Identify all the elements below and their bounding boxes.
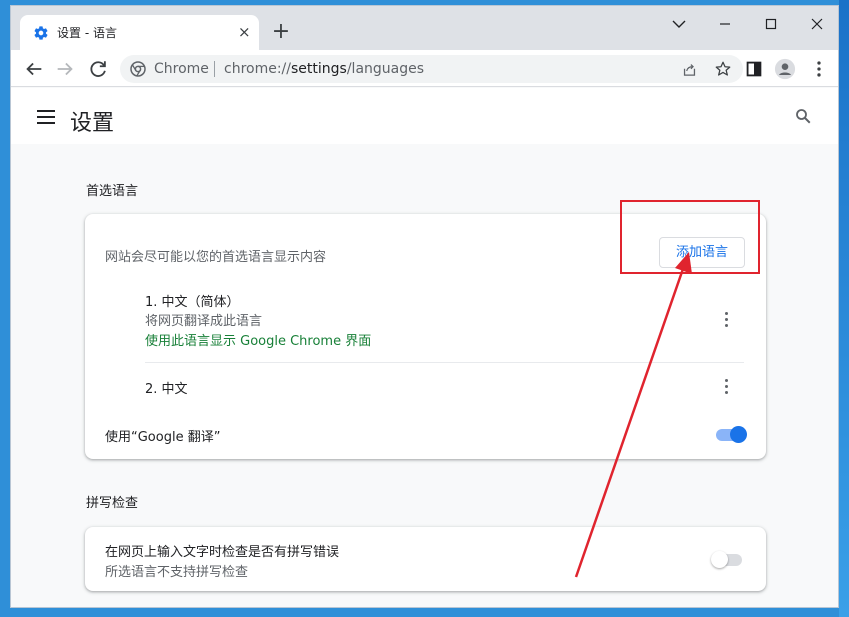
back-arrow-icon[interactable]	[23, 58, 45, 80]
address-bar[interactable]: Chrome chrome://settings/languages	[120, 55, 743, 83]
reload-icon[interactable]	[87, 58, 109, 80]
tab-title: 设置 - 语言	[57, 26, 117, 40]
page-title: 设置	[70, 111, 115, 136]
settings-page: 设置 首选语言 网站会尽可能以您的首选语言显示内容 添加语言 1. 中文（简体）…	[11, 88, 838, 607]
hamburger-menu-icon[interactable]	[37, 110, 55, 124]
url-scheme: chrome://	[224, 61, 291, 77]
toggle-knob	[730, 426, 747, 443]
url-text[interactable]: chrome://settings/languages	[224, 61, 424, 77]
language-translate-note: 将网页翻译成此语言	[145, 314, 263, 329]
spell-check-label: 在网页上输入文字时检查是否有拼写错误	[105, 545, 340, 560]
close-window-icon[interactable]	[805, 14, 829, 34]
omnibox-divider	[214, 61, 215, 77]
more-menu-icon[interactable]	[808, 58, 830, 80]
tab-close-icon[interactable]: ×	[238, 24, 251, 40]
url-host: settings	[291, 61, 347, 77]
browser-window: 设置 - 语言 × + Chrome chrome://settings/lan…	[10, 5, 839, 608]
spell-check-heading: 拼写检查	[86, 496, 139, 511]
profile-avatar-icon[interactable]	[774, 58, 796, 80]
settings-gear-icon	[34, 26, 48, 40]
tab-settings[interactable]: 设置 - 语言 ×	[20, 15, 259, 50]
desktop-background	[839, 0, 849, 617]
row-divider	[145, 362, 744, 363]
language-name: 1. 中文（简体）	[145, 295, 240, 310]
language-more-icon[interactable]	[725, 379, 729, 395]
spell-check-card: 在网页上输入文字时检查是否有拼写错误 所选语言不支持拼写检查	[85, 527, 766, 591]
language-ui-note: 使用此语言显示 Google Chrome 界面	[145, 334, 372, 349]
maximize-icon[interactable]	[759, 14, 783, 34]
language-more-icon[interactable]	[725, 312, 729, 328]
chevron-down-icon[interactable]	[667, 14, 691, 34]
spell-check-sublabel: 所选语言不支持拼写检查	[105, 565, 249, 580]
annotation-highlight-box	[620, 200, 760, 274]
preferred-languages-description: 网站会尽可能以您的首选语言显示内容	[105, 250, 327, 265]
minimize-icon[interactable]	[713, 14, 737, 34]
side-panel-icon[interactable]	[743, 58, 765, 80]
google-translate-label: 使用“Google 翻译”	[105, 430, 221, 445]
new-tab-button[interactable]: +	[271, 21, 291, 43]
share-icon[interactable]	[681, 61, 698, 78]
spell-check-toggle[interactable]	[711, 551, 746, 568]
site-chip-label: Chrome	[154, 61, 209, 77]
toggle-knob	[711, 551, 728, 568]
chrome-logo-icon	[130, 61, 146, 77]
language-name: 2. 中文	[145, 382, 188, 397]
browser-toolbar: Chrome chrome://settings/languages	[11, 50, 838, 87]
google-translate-toggle[interactable]	[716, 426, 748, 443]
bookmark-star-icon[interactable]	[714, 60, 732, 78]
preferred-languages-heading: 首选语言	[86, 184, 139, 199]
url-path: /languages	[346, 61, 425, 77]
search-icon[interactable]	[794, 107, 812, 125]
forward-arrow-icon[interactable]	[54, 58, 76, 80]
tab-strip: 设置 - 语言 × +	[11, 6, 838, 50]
